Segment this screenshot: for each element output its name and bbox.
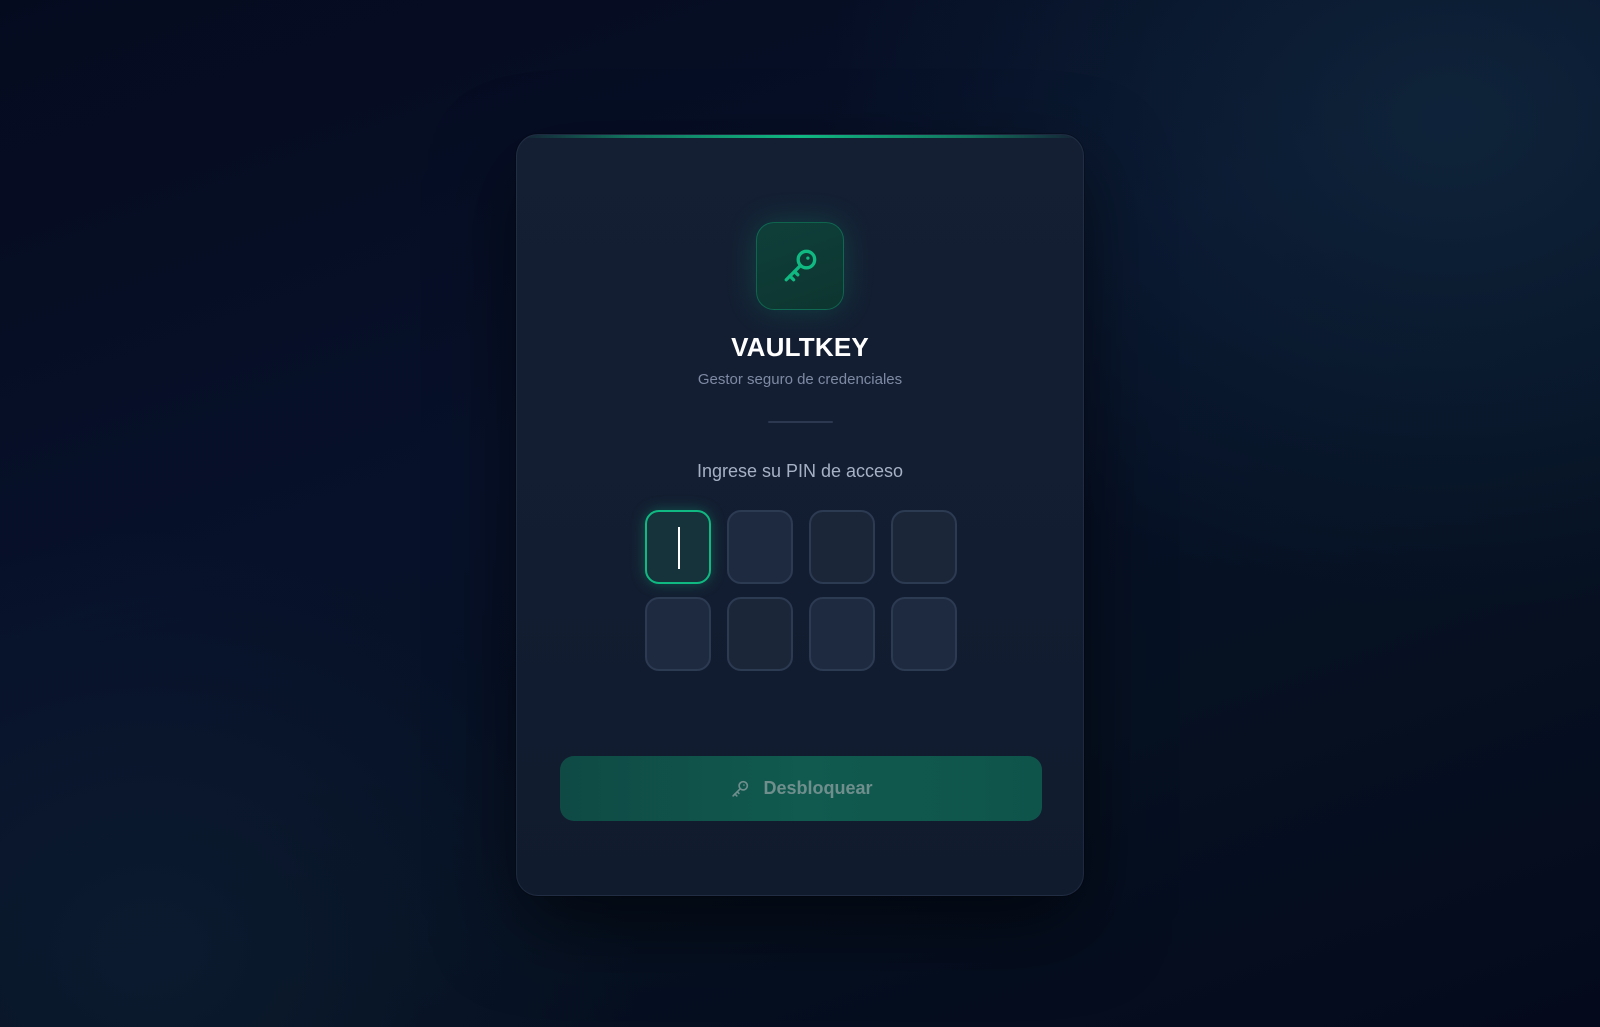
unlock-button-label: Desbloquear bbox=[763, 778, 873, 798]
accent-line bbox=[517, 135, 1083, 138]
pin-digit-2[interactable] bbox=[727, 510, 793, 584]
key-icon bbox=[732, 780, 749, 797]
unlock-button[interactable]: Desbloquear bbox=[560, 756, 1042, 821]
pin-digit-4[interactable] bbox=[891, 510, 957, 584]
pin-digit-6[interactable] bbox=[727, 597, 793, 671]
key-icon bbox=[784, 249, 817, 282]
pin-digit-5[interactable] bbox=[645, 597, 711, 671]
pin-input-grid bbox=[645, 510, 957, 671]
pin-digit-3[interactable] bbox=[809, 510, 875, 584]
app-title: VAULTKEY bbox=[731, 332, 869, 362]
pin-digit-7[interactable] bbox=[809, 597, 875, 671]
pin-digit-8[interactable] bbox=[891, 597, 957, 671]
pin-prompt: Ingrese su PIN de acceso bbox=[696, 461, 904, 481]
divider bbox=[768, 421, 833, 423]
app-tagline: Gestor seguro de credenciales bbox=[697, 371, 903, 388]
text-caret bbox=[678, 527, 680, 569]
login-card: VAULTKEY Gestor seguro de credenciales I… bbox=[516, 134, 1084, 896]
app-logo bbox=[756, 222, 844, 310]
pin-digit-1[interactable] bbox=[645, 510, 711, 584]
